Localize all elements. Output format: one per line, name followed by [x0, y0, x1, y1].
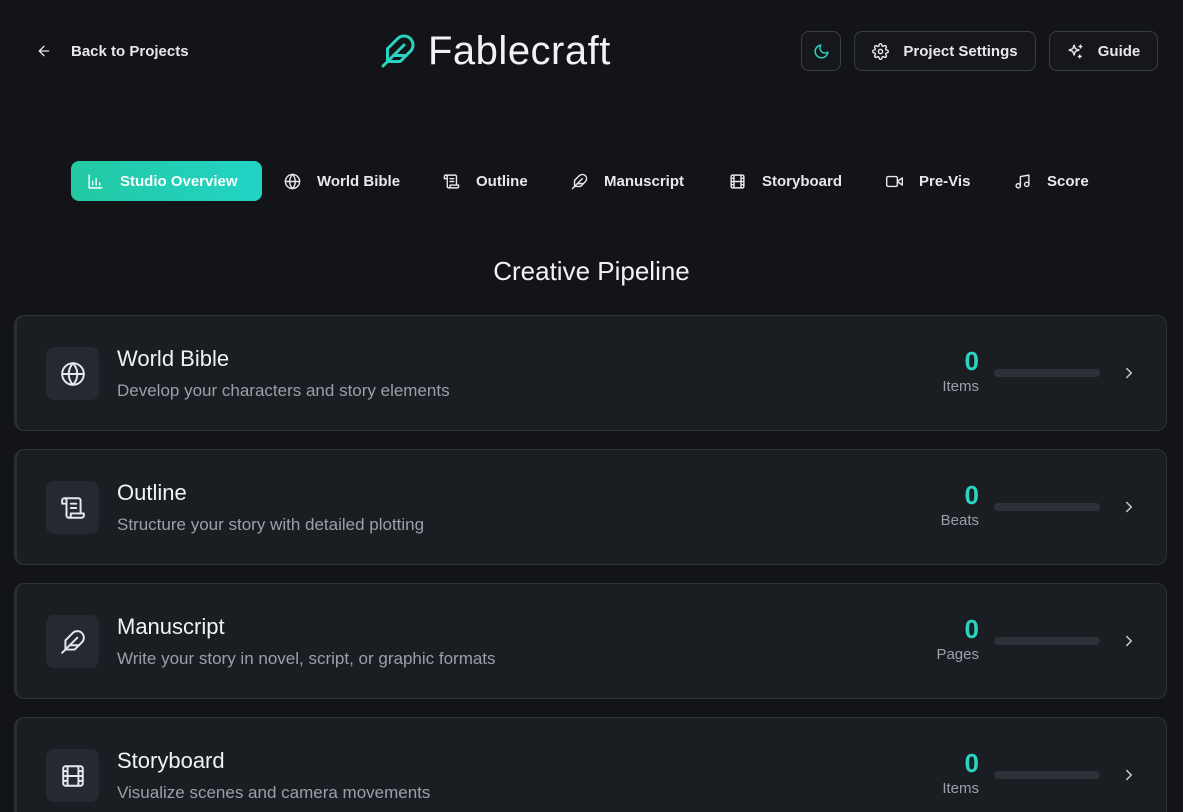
scroll-icon [443, 173, 460, 189]
music-icon [1015, 173, 1030, 189]
card-stat: 0 Items [917, 346, 979, 395]
card-title: World Bible [117, 346, 230, 371]
app-window: Back to Projects Fablecraft Project Sett… [0, 0, 1183, 812]
card-title: Manuscript [117, 614, 225, 639]
pipeline-card-manuscript[interactable]: Manuscript Write your story in novel, sc… [14, 583, 1167, 699]
tab-label: Storyboard [762, 172, 843, 190]
progress-bar [994, 771, 1100, 779]
guide-button[interactable]: Guide [1049, 31, 1158, 71]
tab-label: Score [1047, 172, 1089, 190]
tab-label: Studio Overview [120, 172, 238, 190]
tab-world-bible[interactable]: World Bible [268, 161, 416, 201]
pipeline-card-storyboard[interactable]: Storyboard Visualize scenes and camera m… [14, 717, 1167, 812]
stat-unit: Items [942, 378, 979, 395]
back-label: Back to Projects [71, 42, 189, 60]
card-description: Develop your characters and story elemen… [117, 381, 450, 400]
card-icon-box [46, 347, 99, 400]
card-description: Structure your story with detailed plott… [117, 515, 425, 534]
chevron-right-icon [1126, 367, 1132, 379]
chevron-right-icon [1126, 769, 1132, 781]
gear-icon [872, 42, 890, 60]
tab-storyboard[interactable]: Storyboard [713, 161, 858, 201]
card-icon-box [46, 481, 99, 534]
nav-tabs: Studio Overview World Bible Outline Manu… [0, 161, 1183, 201]
sparkles-icon [1068, 43, 1083, 59]
tab-pre-vis[interactable]: Pre-Vis [870, 161, 986, 201]
tab-score[interactable]: Score [998, 161, 1105, 201]
feather-icon [571, 173, 588, 189]
globe-icon [60, 361, 85, 386]
header: Back to Projects Fablecraft Project Sett… [0, 0, 1183, 100]
film-icon [61, 764, 84, 787]
tab-manuscript[interactable]: Manuscript [555, 161, 700, 201]
brand: Fablecraft [380, 28, 611, 74]
guide-label: Guide [1097, 42, 1141, 60]
globe-icon [284, 173, 301, 189]
feather-icon [381, 34, 415, 68]
pipeline-card-world-bible[interactable]: World Bible Develop your characters and … [14, 315, 1167, 431]
tab-studio-overview[interactable]: Studio Overview [71, 161, 262, 201]
section-title: Creative Pipeline [493, 256, 690, 286]
card-title: Outline [117, 480, 187, 505]
stat-value: 0 [964, 480, 979, 510]
progress-bar [994, 637, 1100, 645]
card-stat: 0 Items [917, 748, 979, 797]
card-title: Storyboard [117, 748, 225, 773]
theme-toggle-button[interactable] [801, 31, 841, 71]
stat-unit: Pages [936, 646, 979, 663]
stat-value: 0 [964, 346, 979, 376]
stat-unit: Items [942, 780, 979, 797]
tab-outline[interactable]: Outline [427, 161, 544, 201]
progress-bar [994, 503, 1100, 511]
feather-icon [60, 629, 85, 654]
stat-unit: Beats [940, 512, 979, 529]
chevron-right-icon [1126, 635, 1132, 647]
stat-value: 0 [964, 748, 979, 778]
card-icon-box [46, 749, 99, 802]
film-icon [730, 173, 745, 189]
back-to-projects-link[interactable]: Back to Projects [36, 39, 189, 63]
chevron-right-icon [1126, 501, 1132, 513]
tab-label: Outline [476, 172, 528, 190]
project-settings-label: Project Settings [903, 42, 1018, 60]
scroll-icon [60, 496, 85, 519]
stat-value: 0 [964, 614, 979, 644]
bar-chart-icon [88, 173, 103, 189]
tab-label: Manuscript [604, 172, 685, 190]
card-description: Write your story in novel, script, or gr… [117, 649, 496, 668]
tab-label: World Bible [317, 172, 401, 190]
card-icon-box [46, 615, 99, 668]
project-settings-button[interactable]: Project Settings [854, 31, 1036, 71]
card-stat: 0 Pages [917, 614, 979, 663]
video-icon [886, 175, 903, 187]
brand-title: Fablecraft [428, 28, 611, 73]
pipeline-card-outline[interactable]: Outline Structure your story with detail… [14, 449, 1167, 565]
card-stat: 0 Beats [917, 480, 979, 529]
moon-icon [814, 43, 829, 58]
arrow-left-icon [38, 45, 50, 57]
progress-bar [994, 369, 1100, 377]
tab-label: Pre-Vis [919, 172, 971, 190]
card-description: Visualize scenes and camera movements [117, 783, 431, 802]
